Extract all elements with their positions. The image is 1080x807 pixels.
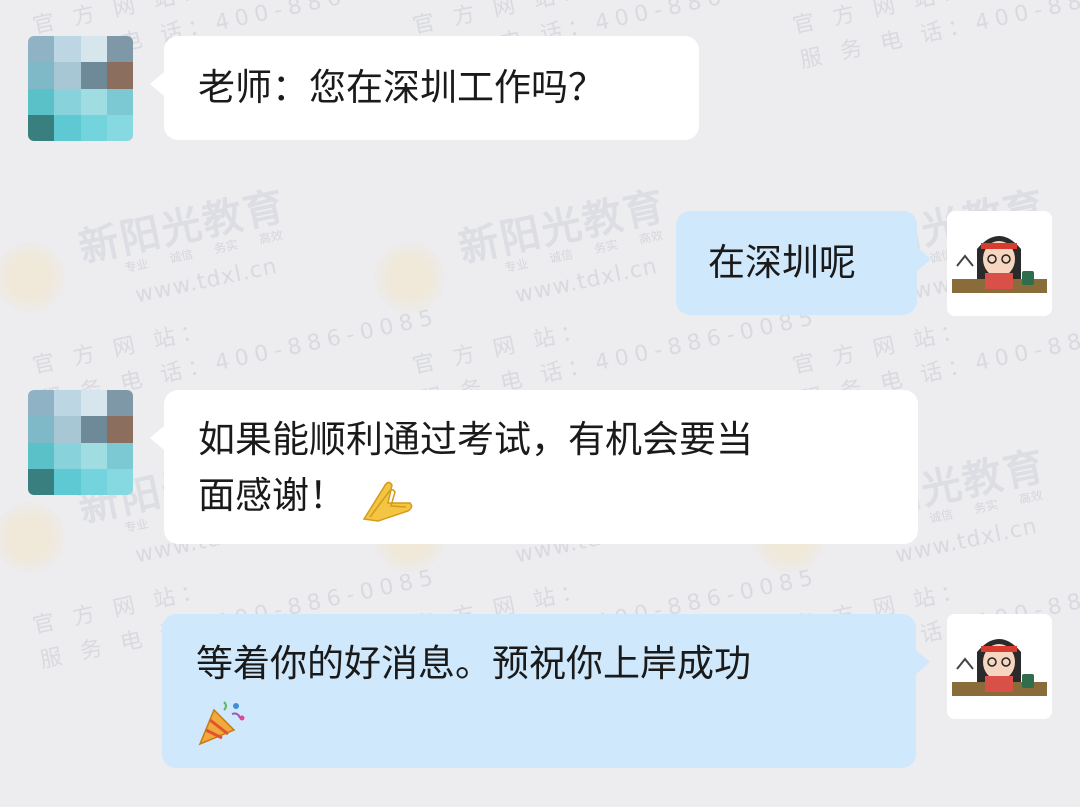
message-row-outgoing: 在深圳呢 [0, 200, 1080, 330]
message-bubble[interactable]: 如果能顺利通过考试，有机会要当 面感谢！ [150, 390, 918, 544]
contact-avatar[interactable] [28, 390, 133, 495]
pressed-hands-emoji [362, 481, 413, 522]
cartoon-reader-icon [947, 614, 1052, 719]
message-bubble[interactable]: 在深圳呢 [676, 211, 931, 315]
message-row-incoming: 如果能顺利通过考试，有机会要当 面感谢！ [0, 380, 1080, 560]
message-text: 老师：您在深圳工作吗？ [198, 66, 605, 109]
cartoon-reader-icon [947, 211, 1052, 316]
message-text: 在深圳呢 [708, 241, 856, 284]
message-text-line: 如果能顺利通过考试，有机会要当 [198, 418, 753, 461]
contact-avatar[interactable] [28, 36, 133, 141]
message-bubble[interactable]: 等着你的好消息。预祝你上岸成功 [162, 614, 930, 768]
message-text-line: 面感谢！ [198, 468, 884, 524]
message-row-outgoing: 等着你的好消息。预祝你上岸成功 [0, 600, 1080, 780]
message-text-line: 等着你的好消息。预祝你上岸成功 [196, 642, 751, 685]
teacher-avatar[interactable] [947, 614, 1052, 719]
teacher-avatar[interactable] [947, 211, 1052, 316]
message-row-incoming: 老师：您在深圳工作吗？ [0, 0, 1080, 160]
party-popper-emoji [198, 700, 245, 745]
message-text-line [196, 692, 882, 748]
message-bubble[interactable]: 老师：您在深圳工作吗？ [150, 36, 699, 140]
